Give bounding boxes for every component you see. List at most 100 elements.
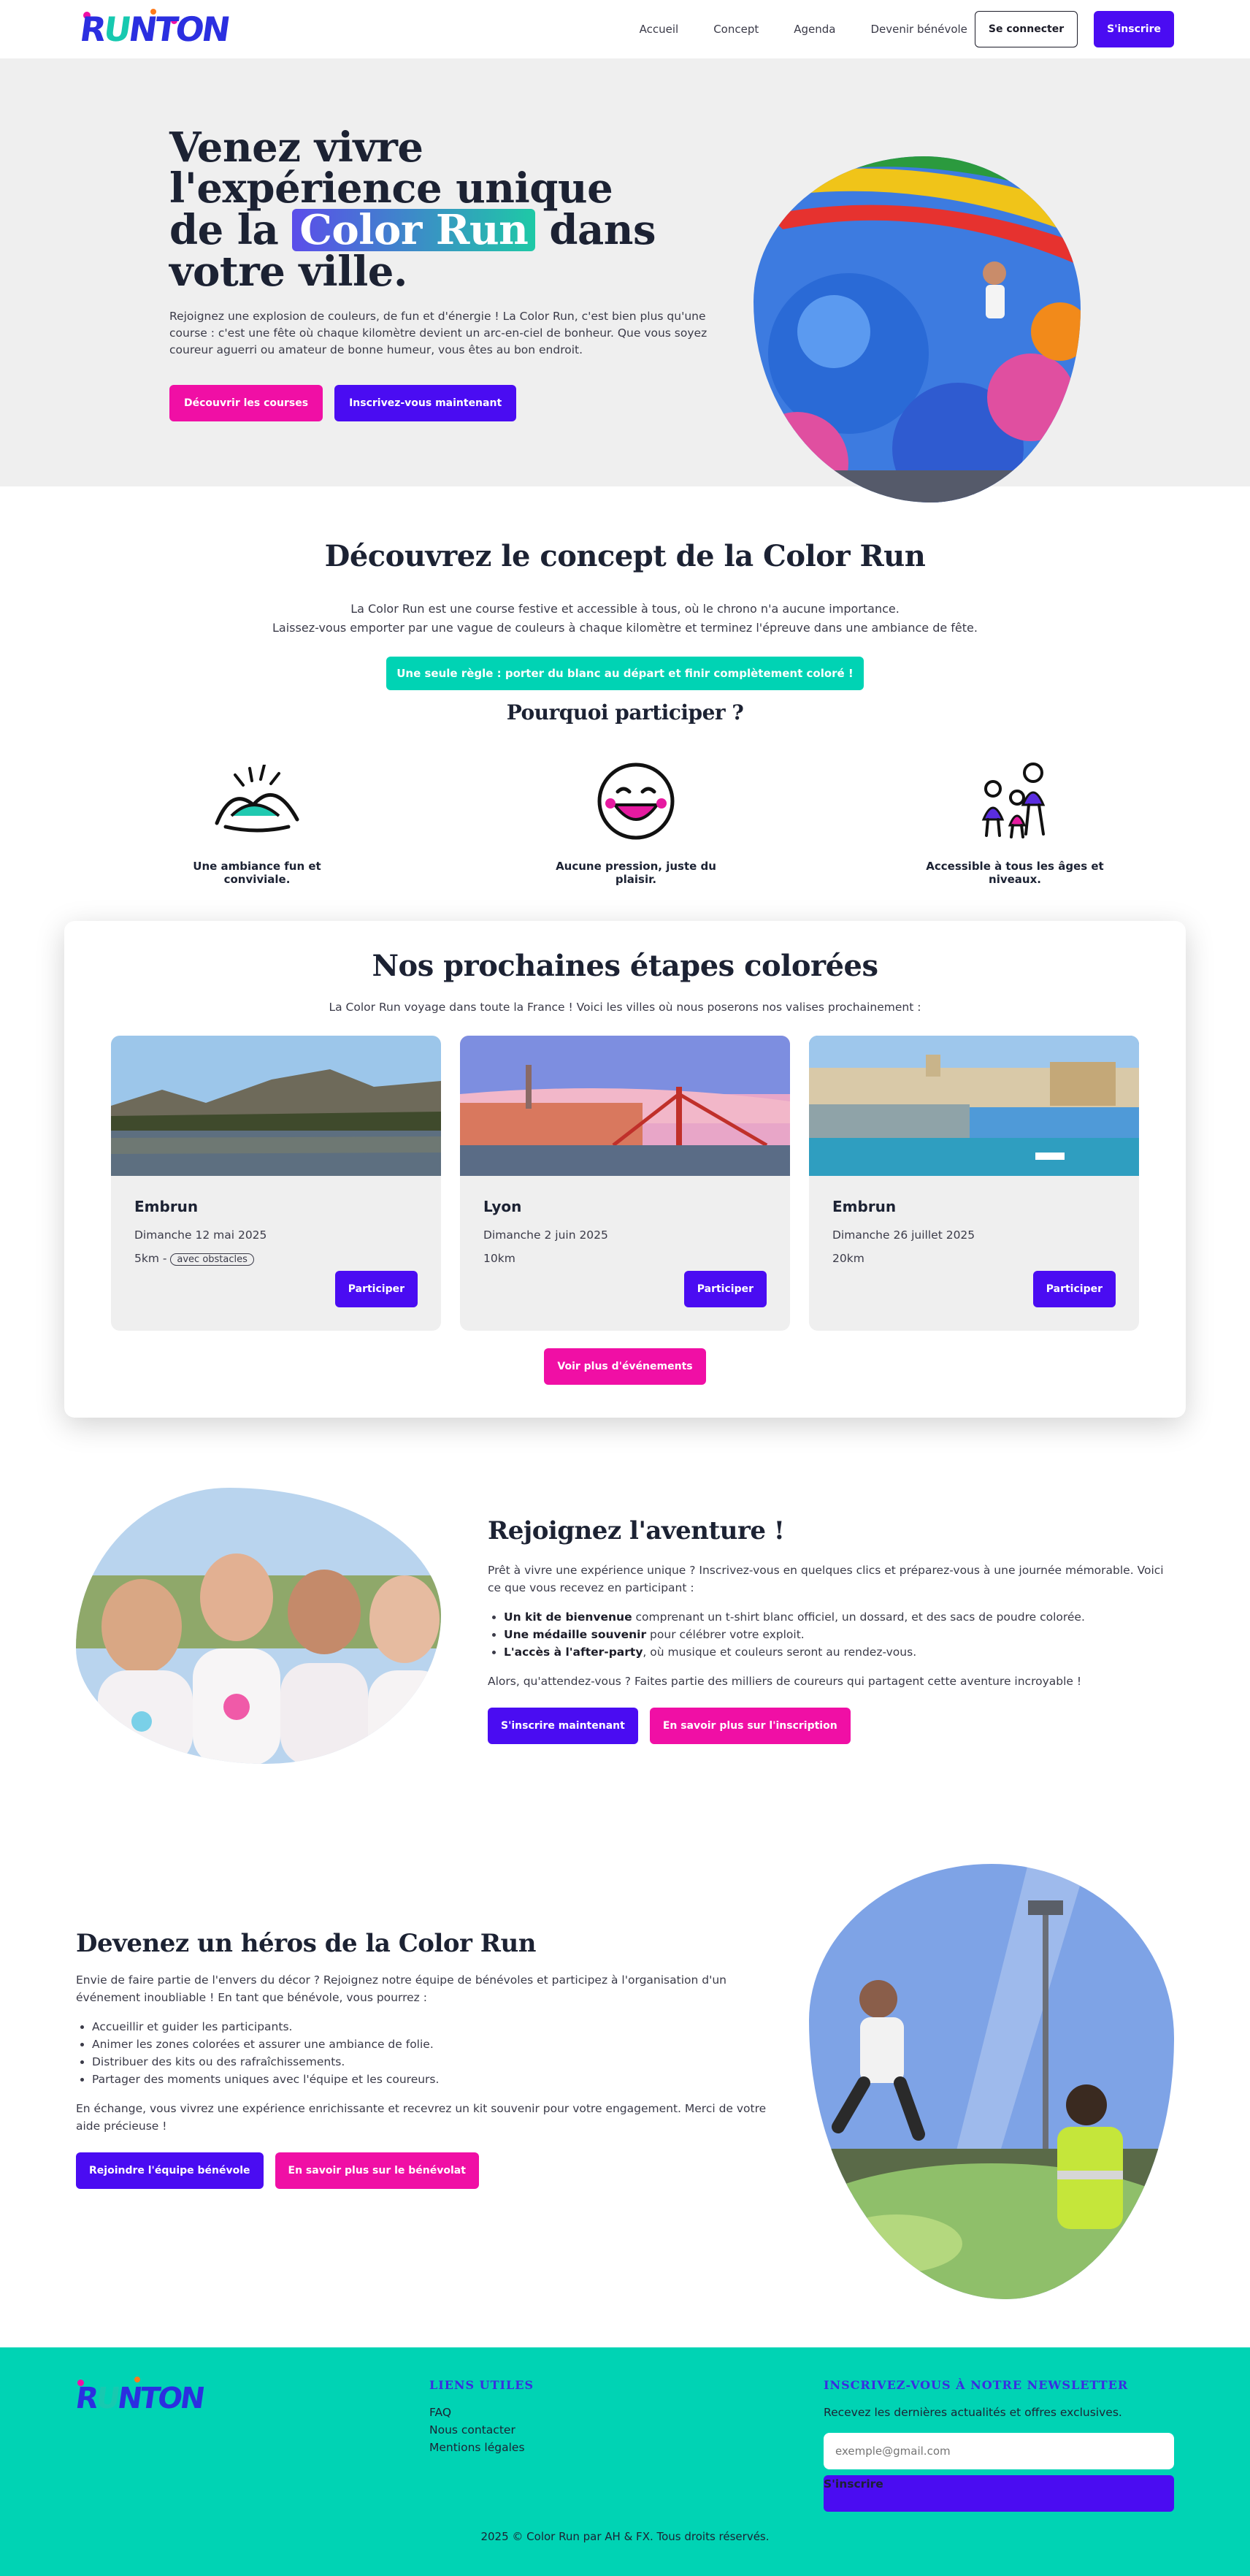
feature-item: Accessible à tous les âges et niveaux. xyxy=(920,761,1110,886)
nav-link-accueil[interactable]: Accueil xyxy=(640,23,679,36)
hero-title: Venez vivre l'expérience unique de la Co… xyxy=(169,127,746,292)
footer-link-faq[interactable]: FAQ xyxy=(429,2404,534,2421)
newsletter: INSCRIVEZ-VOUS À NOTRE NEWSLETTER Receve… xyxy=(824,2378,1174,2512)
list-item: Animer les zones colorées et assurer une… xyxy=(92,2036,770,2053)
newsletter-signup-button[interactable]: S'inscrire xyxy=(824,2475,1174,2512)
list-item-text: pour célébrer votre exploit. xyxy=(646,1628,805,1641)
hero-signup-button[interactable]: Inscrivez-vous maintenant xyxy=(334,385,517,421)
event-distance-separator: - xyxy=(158,1252,171,1265)
discover-races-button[interactable]: Découvrir les courses xyxy=(169,385,323,421)
participate-button[interactable]: Participer xyxy=(1032,1271,1116,1307)
hero-photo xyxy=(754,156,1081,502)
event-card: Lyon Dimanche 2 juin 2025 10km Participe… xyxy=(460,1036,790,1331)
footer-link-contact[interactable]: Nous contacter xyxy=(429,2421,534,2439)
join-outro: Alors, qu'attendez-vous ? Faites partie … xyxy=(488,1675,1082,1688)
newsletter-title: INSCRIVEZ-VOUS À NOTRE NEWSLETTER xyxy=(824,2378,1129,2392)
newsletter-text: Recevez les dernières actualités et offr… xyxy=(824,2406,1122,2419)
list-item: L'accès à l'after-party, où musique et c… xyxy=(504,1643,1178,1661)
event-distance-value: 5km xyxy=(134,1252,159,1265)
obstacles-badge: avec obstacles xyxy=(170,1253,254,1266)
list-item-bold: L'accès à l'after-party xyxy=(504,1646,643,1659)
volunteer-info-button[interactable]: En savoir plus sur le bénévolat xyxy=(275,2152,479,2189)
event-photo-city-bridge xyxy=(460,1036,790,1176)
volunteer-title: Devenez un héros de la Color Run xyxy=(76,1929,537,1958)
concept-lead: La Color Run est une course festive et a… xyxy=(0,600,1250,638)
event-date: Dimanche 26 juillet 2025 xyxy=(832,1228,975,1242)
list-item: Un kit de bienvenue comprenant un t-shir… xyxy=(504,1608,1178,1626)
top-nav: RUNTON Accueil Concept Agenda Devenir bé… xyxy=(0,0,1250,58)
event-city: Embrun xyxy=(832,1198,897,1215)
events-section: Nos prochaines étapes colorées La Color … xyxy=(64,921,1186,1418)
footer-logo-wordmark: RUNTON xyxy=(73,2382,205,2415)
list-item-text: comprenant un t-shirt blanc officiel, un… xyxy=(632,1610,1085,1624)
hero-title-highlight: Color Run xyxy=(292,209,536,251)
concept-lead-line: Laissez-vous emporter par une vague de c… xyxy=(272,621,978,635)
rule-banner: Une seule règle : porter du blanc au dép… xyxy=(386,657,864,690)
join-volunteer-team-button[interactable]: Rejoindre l'équipe bénévole xyxy=(76,2152,264,2189)
nav-link-concept[interactable]: Concept xyxy=(713,23,759,36)
feature-label: Accessible à tous les âges et niveaux. xyxy=(926,860,1104,886)
event-photo-harbor xyxy=(809,1036,1139,1176)
footer: RUNTON LIENS UTILES FAQ Nous contacter M… xyxy=(0,2347,1250,2576)
feature-label: Une ambiance fun et conviviale. xyxy=(193,860,321,886)
signup-button[interactable]: S'inscrire xyxy=(1094,11,1174,47)
event-city: Lyon xyxy=(483,1198,522,1215)
list-item: Accueillir et guider les participants. xyxy=(92,2018,770,2036)
logo-wordmark: RUNTON xyxy=(77,9,231,49)
feature-item: Aucune pression, juste du plaisir. xyxy=(541,761,731,886)
brand-logo[interactable]: RUNTON xyxy=(77,7,231,51)
list-item: Distribuer des kits ou des rafraîchissem… xyxy=(92,2053,770,2071)
useful-links: LIENS UTILES FAQ Nous contacter Mentions… xyxy=(429,2378,534,2456)
events-title: Nos prochaines étapes colorées xyxy=(372,949,878,983)
event-city: Embrun xyxy=(134,1198,199,1215)
why-title: Pourquoi participer ? xyxy=(506,700,744,725)
event-photo-mountains xyxy=(111,1036,441,1176)
list-item-text: , où musique et couleurs seront au rende… xyxy=(643,1646,917,1659)
nav-link-agenda[interactable]: Agenda xyxy=(794,23,835,36)
concept-section: Découvrez le concept de la Color Run La … xyxy=(0,486,1250,921)
hero-title-line: votre ville. xyxy=(169,248,407,296)
runners-group-photo xyxy=(76,1488,441,1764)
event-distance: 10km xyxy=(483,1252,515,1265)
event-distance: 20km xyxy=(832,1252,864,1265)
join-benefits-list: Un kit de bienvenue comprenant un t-shir… xyxy=(504,1608,1178,1661)
participate-button[interactable]: Participer xyxy=(683,1271,767,1307)
hero-description: Rejoignez une explosion de couleurs, de … xyxy=(169,310,708,356)
join-title: Rejoignez l'aventure ! xyxy=(488,1516,785,1545)
join-intro: Prêt à vivre une expérience unique ? Ins… xyxy=(488,1564,1164,1594)
concept-lead-line: La Color Run est une course festive et a… xyxy=(350,602,900,616)
newsletter-email-input[interactable] xyxy=(824,2433,1174,2469)
feature-item: Une ambiance fun et conviviale. xyxy=(162,761,352,886)
signup-now-button[interactable]: S'inscrire maintenant xyxy=(488,1708,638,1744)
hero-section: Venez vivre l'expérience unique de la Co… xyxy=(0,58,1250,502)
volunteer-tasks-list: Accueillir et guider les participants. A… xyxy=(92,2018,770,2088)
event-card: Embrun Dimanche 12 mai 2025 5km - avec o… xyxy=(111,1036,441,1331)
nav-links: Accueil Concept Agenda Devenir bénévole xyxy=(640,23,967,36)
event-card: Embrun Dimanche 26 juillet 2025 20km Par… xyxy=(809,1036,1139,1331)
useful-links-title: LIENS UTILES xyxy=(429,2378,534,2392)
family-icon xyxy=(920,761,1110,841)
volunteer-photo xyxy=(809,1864,1174,2299)
volunteer-intro: Envie de faire partie de l'envers du déc… xyxy=(76,1973,726,2004)
event-distance: 5km - avec obstacles xyxy=(134,1252,418,1266)
event-date: Dimanche 2 juin 2025 xyxy=(483,1228,608,1242)
login-button[interactable]: Se connecter xyxy=(974,11,1078,47)
signup-info-button[interactable]: En savoir plus sur l'inscription xyxy=(649,1708,851,1744)
copyright: 2025 © Color Run par AH & FX. Tous droit… xyxy=(480,2530,770,2543)
concept-title: Découvrez le concept de la Color Run xyxy=(324,539,926,573)
list-item-bold: Une médaille souvenir xyxy=(504,1628,647,1641)
volunteer-outro: En échange, vous vivrez une expérience e… xyxy=(76,2102,767,2133)
hero-title-line: dans xyxy=(549,206,656,254)
nav-link-benevole[interactable]: Devenir bénévole xyxy=(870,23,967,36)
list-item: Une médaille souvenir pour célébrer votr… xyxy=(504,1626,1178,1643)
volunteer-section: Devenez un héros de la Color Run Envie d… xyxy=(0,1823,1250,2347)
more-events-button[interactable]: Voir plus d'événements xyxy=(544,1348,706,1385)
list-item-bold: Un kit de bienvenue xyxy=(504,1610,632,1624)
events-subtitle: La Color Run voyage dans toute la France… xyxy=(329,1001,921,1014)
smiley-face-icon xyxy=(541,761,731,841)
list-item: Partager des moments uniques avec l'équi… xyxy=(92,2071,770,2088)
participate-button[interactable]: Participer xyxy=(334,1271,418,1307)
footer-logo[interactable]: RUNTON xyxy=(74,2377,205,2420)
footer-link-legal[interactable]: Mentions légales xyxy=(429,2439,534,2456)
feature-label: Aucune pression, juste du plaisir. xyxy=(556,860,716,886)
